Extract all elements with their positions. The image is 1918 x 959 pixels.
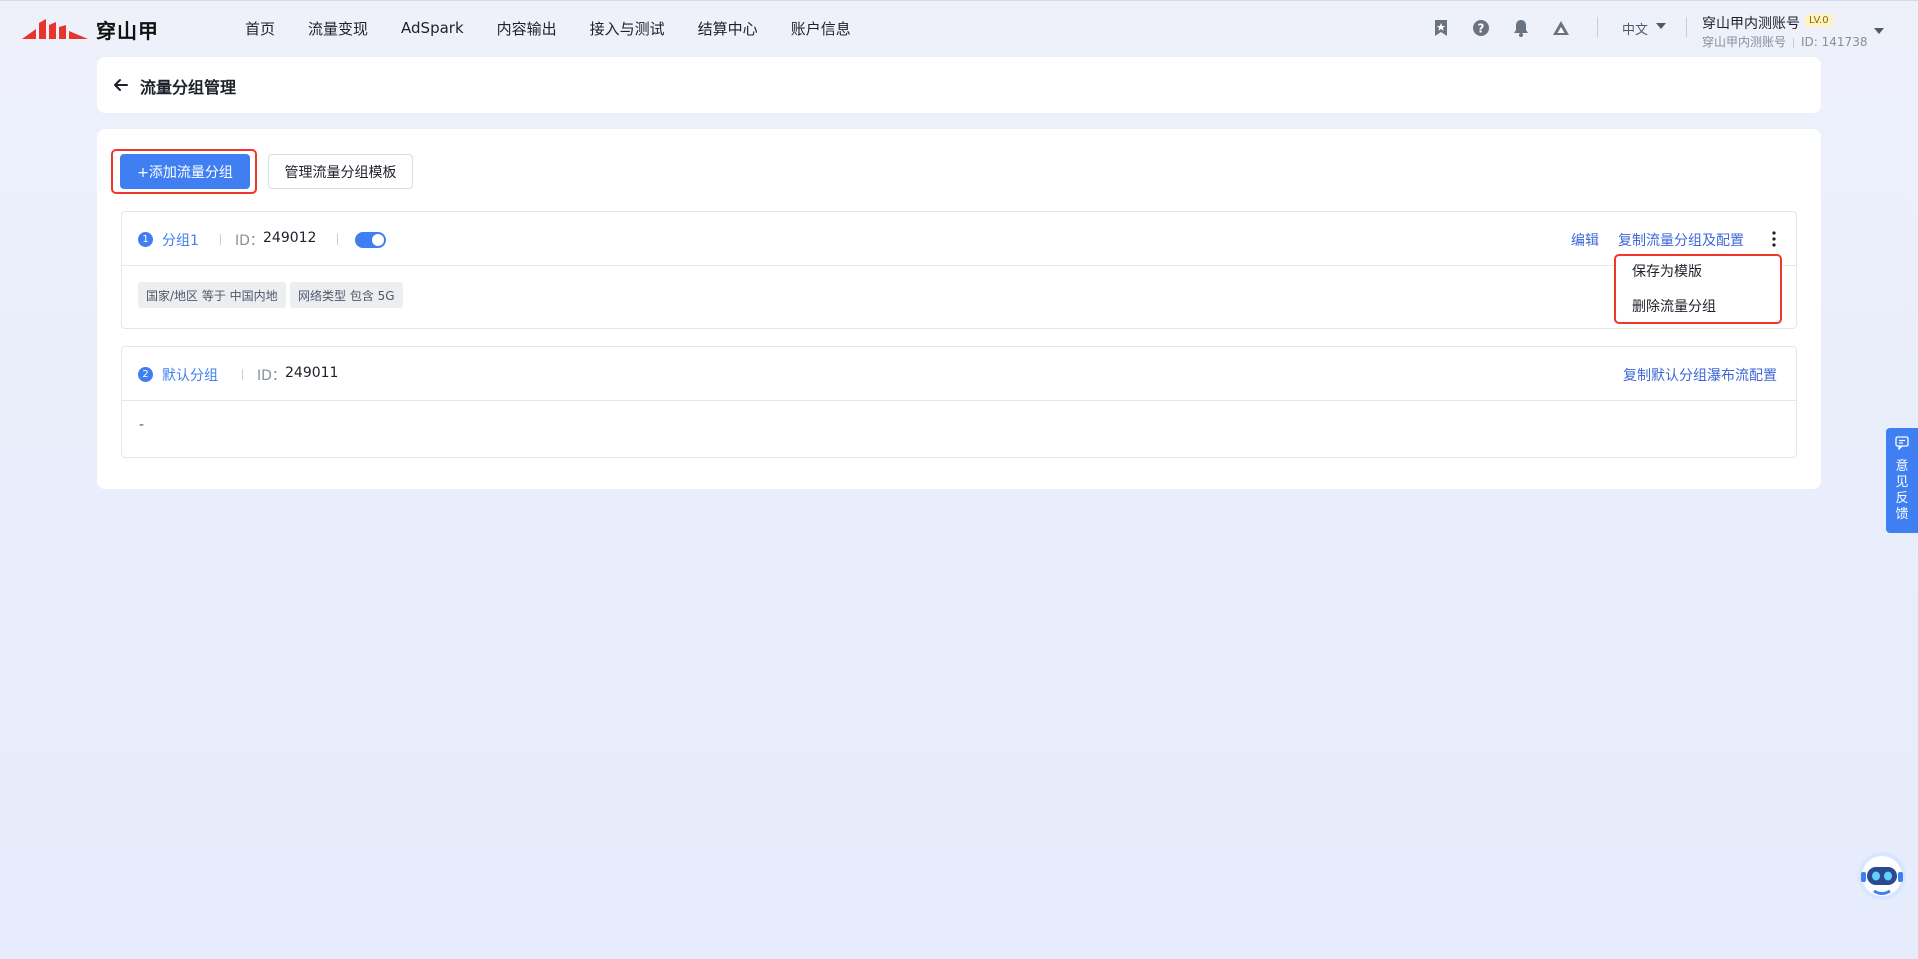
rule-tag: 网络类型 包含 5G bbox=[290, 282, 403, 308]
group-id: 249011 bbox=[285, 365, 339, 381]
robot-assistant-icon[interactable] bbox=[1856, 850, 1908, 902]
save-as-template-menu-item[interactable]: 保存为模版 bbox=[1632, 261, 1702, 281]
arrow-left-icon[interactable] bbox=[111, 75, 131, 95]
nav-item-adspark[interactable]: AdSpark bbox=[401, 19, 464, 37]
brand-name: 穿山甲 bbox=[96, 19, 159, 43]
brand-logo[interactable]: 穿山甲 bbox=[22, 15, 159, 44]
language-selector[interactable]: 中文 bbox=[1622, 19, 1648, 38]
nav-item-integration-testing[interactable]: 接入与测试 bbox=[590, 18, 665, 39]
help-icon[interactable]: ? bbox=[1471, 18, 1491, 38]
message-icon bbox=[1895, 436, 1909, 450]
more-vertical-icon[interactable] bbox=[1767, 230, 1781, 248]
copy-group-config-link[interactable]: 复制流量分组及配置 bbox=[1618, 230, 1744, 250]
nav-item-home[interactable]: 首页 bbox=[245, 18, 275, 39]
group-header: 1 分组1 ID： 249012 编辑 复制流量分组及配置 bbox=[122, 212, 1796, 266]
account-subtitle: 穿山甲内测账号 ID: 141738 bbox=[1702, 33, 1867, 50]
mountain-icon[interactable] bbox=[1551, 18, 1571, 38]
bell-icon[interactable] bbox=[1511, 18, 1531, 38]
rule-tag: 国家/地区 等于 中国内地 bbox=[138, 282, 286, 308]
bookmark-star-icon[interactable] bbox=[1431, 18, 1451, 38]
group-actions-dropdown: 保存为模版 删除流量分组 bbox=[1614, 254, 1782, 324]
feedback-tab[interactable]: 意见反馈 bbox=[1886, 428, 1918, 533]
top-navigation: 穿山甲 首页 流量变现 AdSpark 内容输出 接入与测试 结算中心 账户信息… bbox=[0, 0, 1918, 54]
page-title: 流量分组管理 bbox=[140, 78, 237, 97]
feedback-label: 意见反馈 bbox=[1895, 459, 1909, 522]
group-name[interactable]: 分组1 bbox=[162, 230, 199, 250]
add-traffic-group-button[interactable]: +添加流量分组 bbox=[120, 154, 250, 189]
divider bbox=[242, 369, 243, 380]
pangolin-logo-icon bbox=[22, 18, 88, 39]
account-id: ID: 141738 bbox=[1801, 35, 1868, 49]
divider bbox=[220, 234, 221, 245]
group-index-badge: 1 bbox=[138, 232, 153, 247]
edit-group-link[interactable]: 编辑 bbox=[1571, 230, 1599, 250]
group-id-label: ID： bbox=[235, 233, 264, 249]
account-sub-name: 穿山甲内测账号 bbox=[1702, 35, 1787, 49]
group-id-label: ID： bbox=[257, 368, 286, 384]
group-index-badge: 2 bbox=[138, 367, 153, 382]
nav-item-settlement[interactable]: 结算中心 bbox=[698, 18, 758, 39]
traffic-group-card: 2 默认分组 ID： 249011 复制默认分组瀑布流配置 - bbox=[121, 346, 1797, 458]
svg-text:?: ? bbox=[1478, 22, 1485, 36]
delete-group-menu-item[interactable]: 删除流量分组 bbox=[1632, 296, 1716, 316]
nav-divider bbox=[1597, 17, 1598, 37]
main-panel: +添加流量分组 管理流量分组模板 1 分组1 ID： 249012 编辑 复制流… bbox=[97, 129, 1821, 489]
group-name[interactable]: 默认分组 bbox=[162, 365, 218, 385]
group-id: 249012 bbox=[263, 230, 317, 246]
account-chevron-down-icon[interactable] bbox=[1874, 28, 1884, 34]
group-enabled-toggle[interactable] bbox=[355, 232, 386, 248]
nav-item-content-output[interactable]: 内容输出 bbox=[497, 18, 557, 39]
account-name[interactable]: 穿山甲内测账号 bbox=[1702, 13, 1800, 33]
manage-templates-button[interactable]: 管理流量分组模板 bbox=[268, 154, 413, 189]
traffic-group-card: 1 分组1 ID： 249012 编辑 复制流量分组及配置 国家/地区 等于 中… bbox=[121, 211, 1797, 329]
group-body: 国家/地区 等于 中国内地 网络类型 包含 5G bbox=[122, 266, 1796, 328]
empty-placeholder: - bbox=[139, 417, 145, 433]
main-nav: 首页 流量变现 AdSpark 内容输出 接入与测试 结算中心 账户信息 bbox=[245, 1, 884, 55]
nav-divider bbox=[1686, 17, 1687, 37]
divider bbox=[337, 234, 338, 245]
level-badge: LV.0 bbox=[1805, 14, 1833, 27]
nav-item-monetization[interactable]: 流量变现 bbox=[308, 18, 368, 39]
group-body: - bbox=[122, 401, 1796, 457]
group-header: 2 默认分组 ID： 249011 复制默认分组瀑布流配置 bbox=[122, 347, 1796, 401]
copy-default-waterfall-link[interactable]: 复制默认分组瀑布流配置 bbox=[1623, 365, 1777, 385]
page-header: 流量分组管理 bbox=[97, 57, 1821, 113]
chevron-down-icon[interactable] bbox=[1656, 23, 1666, 29]
nav-item-account-info[interactable]: 账户信息 bbox=[791, 18, 851, 39]
